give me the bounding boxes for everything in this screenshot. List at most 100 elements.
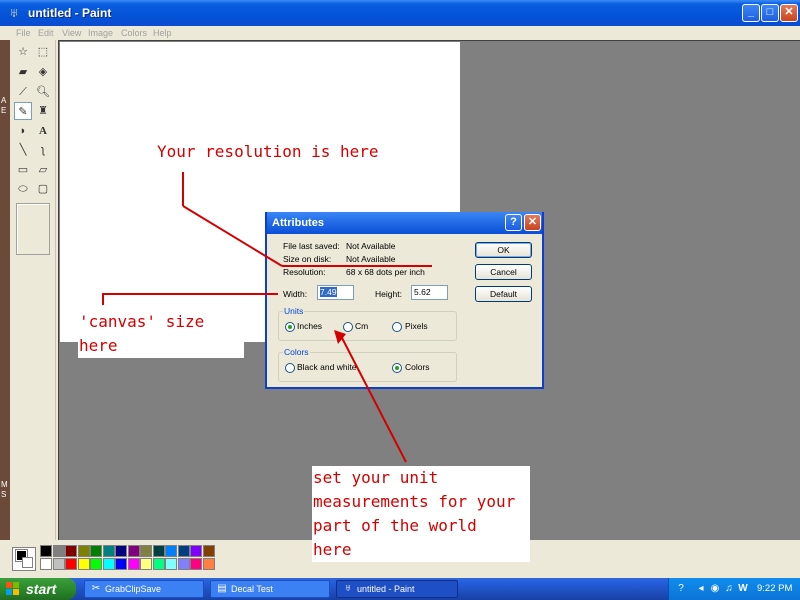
help-icon[interactable]: ? bbox=[675, 583, 687, 595]
units-pixels-radio[interactable] bbox=[392, 322, 402, 332]
file-last-saved-label: File last saved: bbox=[283, 241, 340, 251]
task-grabclipsave[interactable]: ✂ GrabClipSave bbox=[84, 580, 204, 598]
tool-options-box[interactable] bbox=[16, 203, 50, 255]
task-label: GrabClipSave bbox=[105, 584, 162, 594]
height-input[interactable]: 5.62 bbox=[411, 285, 448, 300]
start-label: start bbox=[26, 581, 57, 597]
task-decal-test[interactable]: ▤ Decal Test bbox=[210, 580, 330, 598]
annotation-resolution: Your resolution is here bbox=[157, 142, 379, 161]
palette-swatch[interactable] bbox=[152, 558, 165, 570]
palette-swatch[interactable] bbox=[40, 558, 52, 570]
minimize-button[interactable]: _ bbox=[742, 4, 760, 22]
network-icon[interactable]: ◉ bbox=[709, 583, 721, 595]
menu-view[interactable]: View bbox=[62, 26, 81, 40]
close-button[interactable]: ✕ bbox=[780, 4, 798, 22]
palette-swatch[interactable] bbox=[102, 545, 115, 557]
free-select-icon[interactable]: ☆ bbox=[14, 43, 32, 61]
palette-swatch[interactable] bbox=[90, 558, 102, 570]
palette-swatch[interactable] bbox=[65, 558, 77, 570]
units-inches-label: Inches bbox=[297, 321, 323, 331]
background-color bbox=[22, 557, 33, 568]
magnifier-icon[interactable]: 🔍︎ bbox=[34, 83, 52, 101]
size-on-disk-label: Size on disk: bbox=[283, 254, 332, 264]
eraser-icon[interactable]: ▰ bbox=[14, 63, 32, 81]
colors-color-radio[interactable] bbox=[392, 363, 402, 373]
menu-file[interactable]: File bbox=[16, 26, 31, 40]
toolbox: ☆ ⬚ ▰ ◈ ⟋ 🔍︎ ✎ ♜ ◗ A ╲ ʅ ▭ ▱ ⬭ ▢ bbox=[10, 40, 56, 540]
dialog-title-bar[interactable]: Attributes ? ✕ bbox=[267, 212, 542, 234]
palette-swatch[interactable] bbox=[115, 558, 127, 570]
palette-swatch[interactable] bbox=[90, 545, 102, 557]
ok-button[interactable]: OK bbox=[475, 242, 532, 258]
brush-icon[interactable]: ♜ bbox=[34, 102, 52, 120]
resolution-label: Resolution: bbox=[283, 267, 326, 277]
rectangle-icon[interactable]: ▭ bbox=[14, 161, 32, 179]
rect-select-icon[interactable]: ⬚ bbox=[34, 43, 52, 61]
palette-swatch[interactable] bbox=[127, 545, 140, 557]
title-bar[interactable]: ♅ untitled - Paint _ □ ✕ bbox=[0, 0, 800, 26]
volume-icon[interactable]: ♫ bbox=[723, 583, 735, 595]
colors-bw-radio[interactable] bbox=[285, 363, 295, 373]
desktop-edge-text: A bbox=[1, 96, 7, 105]
help-icon[interactable]: ? bbox=[505, 214, 522, 231]
palette-swatch[interactable] bbox=[77, 545, 90, 557]
rounded-rect-icon[interactable]: ▢ bbox=[34, 180, 52, 198]
polygon-icon[interactable]: ▱ bbox=[34, 161, 52, 179]
text-icon[interactable]: A bbox=[34, 122, 52, 140]
pencil-icon[interactable]: ✎ bbox=[14, 102, 32, 120]
current-colors[interactable] bbox=[12, 547, 36, 571]
resolution-value: 68 x 68 dots per inch bbox=[346, 267, 425, 277]
palette-swatch[interactable] bbox=[115, 545, 127, 557]
w-app-icon[interactable]: W bbox=[737, 583, 749, 595]
size-on-disk-value: Not Available bbox=[346, 254, 396, 264]
tray-arrow-icon[interactable]: ◂ bbox=[695, 583, 707, 595]
dialog-close-icon[interactable]: ✕ bbox=[524, 214, 541, 231]
line-icon[interactable]: ╲ bbox=[14, 141, 32, 159]
maximize-button[interactable]: □ bbox=[761, 4, 779, 22]
palette-swatch[interactable] bbox=[52, 558, 65, 570]
palette-swatch[interactable] bbox=[202, 558, 215, 570]
menu-help[interactable]: Help bbox=[153, 26, 172, 40]
desktop-edge-text: E bbox=[1, 106, 7, 115]
palette-swatch[interactable] bbox=[202, 545, 215, 557]
palette-swatch[interactable] bbox=[177, 558, 190, 570]
height-label: Height: bbox=[375, 289, 402, 299]
palette-swatch[interactable] bbox=[190, 558, 202, 570]
palette-swatch[interactable] bbox=[140, 558, 152, 570]
palette-swatch[interactable] bbox=[102, 558, 115, 570]
curve-icon[interactable]: ʅ bbox=[34, 141, 52, 159]
colors-group-title: Colors bbox=[283, 347, 310, 358]
palette-swatch[interactable] bbox=[127, 558, 140, 570]
airbrush-icon[interactable]: ◗ bbox=[14, 122, 32, 140]
palette-swatch[interactable] bbox=[190, 545, 202, 557]
menu-edit[interactable]: Edit bbox=[38, 26, 54, 40]
palette-swatch[interactable] bbox=[77, 558, 90, 570]
annotation-line bbox=[102, 293, 104, 305]
units-inches-radio[interactable] bbox=[285, 322, 295, 332]
palette-swatch[interactable] bbox=[40, 545, 52, 557]
start-button[interactable]: start bbox=[0, 578, 76, 600]
palette-swatch[interactable] bbox=[177, 545, 190, 557]
eyedropper-icon[interactable]: ⟋ bbox=[14, 83, 32, 101]
palette-swatch[interactable] bbox=[140, 545, 152, 557]
palette-swatch[interactable] bbox=[165, 545, 177, 557]
units-cm-radio[interactable] bbox=[343, 322, 353, 332]
fill-icon[interactable]: ◈ bbox=[34, 63, 52, 81]
width-label: Width: bbox=[283, 289, 308, 299]
menu-bar: File Edit View Image Colors Help bbox=[0, 26, 800, 40]
system-tray: ? ◂ ◉ ♫ W 9:22 PM bbox=[668, 578, 800, 600]
default-button[interactable]: Default bbox=[475, 286, 532, 302]
palette-swatch[interactable] bbox=[165, 558, 177, 570]
units-cm-label: Cm bbox=[355, 321, 369, 331]
menu-image[interactable]: Image bbox=[88, 26, 113, 40]
task-label: untitled - Paint bbox=[357, 584, 415, 594]
ellipse-icon[interactable]: ⬭ bbox=[14, 180, 32, 198]
menu-colors[interactable]: Colors bbox=[121, 26, 147, 40]
folder-icon: ▤ bbox=[217, 583, 227, 594]
palette-swatch[interactable] bbox=[52, 545, 65, 557]
palette-swatch[interactable] bbox=[152, 545, 165, 557]
width-input[interactable]: 7.49 bbox=[317, 285, 354, 300]
task-paint[interactable]: ♅ untitled - Paint bbox=[336, 580, 458, 598]
cancel-button[interactable]: Cancel bbox=[475, 264, 532, 280]
palette-swatch[interactable] bbox=[65, 545, 77, 557]
